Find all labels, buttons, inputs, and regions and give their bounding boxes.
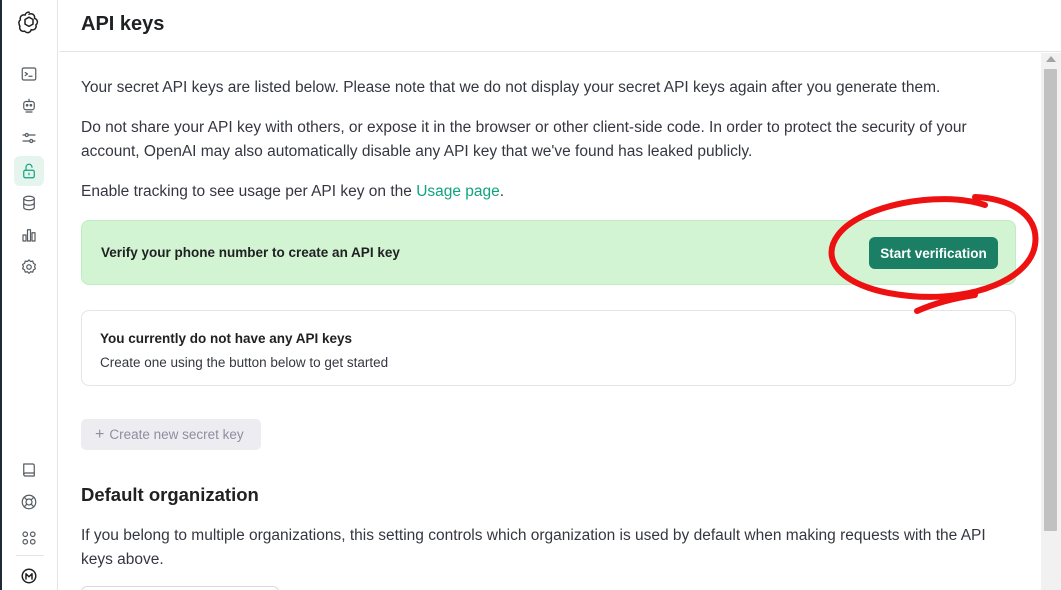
lifebuoy-icon[interactable]	[14, 487, 44, 517]
database-icon[interactable]	[14, 188, 44, 218]
main-content: Your secret API keys are listed below. P…	[59, 53, 1041, 590]
terminal-icon[interactable]	[14, 59, 44, 89]
vertical-scrollbar[interactable]	[1041, 53, 1061, 590]
tracking-text: Enable tracking to see usage per API key…	[81, 180, 504, 204]
grid-icon[interactable]	[14, 523, 44, 553]
lock-icon[interactable]	[14, 156, 44, 186]
empty-keys-card: You currently do not have any API keys C…	[81, 310, 1016, 386]
scroll-up-arrow-icon[interactable]	[1046, 56, 1056, 62]
robot-icon[interactable]	[14, 91, 44, 121]
organization-select[interactable]	[81, 586, 279, 590]
create-secret-key-button[interactable]: + Create new secret key	[81, 419, 261, 450]
verify-banner-text: Verify your phone number to create an AP…	[101, 245, 400, 260]
avatar-icon[interactable]	[14, 561, 44, 590]
openai-logo-icon[interactable]	[14, 8, 44, 38]
book-icon[interactable]	[14, 455, 44, 485]
create-secret-key-label: Create new secret key	[109, 426, 244, 442]
empty-keys-title: You currently do not have any API keys	[100, 331, 353, 346]
page-header: API keys	[59, 0, 1061, 52]
empty-keys-subtitle: Create one using the button below to get…	[100, 355, 389, 370]
warning-text-line2: account, OpenAI may also automatically d…	[81, 143, 753, 160]
plus-icon: +	[95, 425, 105, 443]
page-title: API keys	[81, 13, 165, 35]
usage-page-link[interactable]: Usage page	[416, 183, 500, 200]
default-org-desc-line1: If you belong to multiple organizations,…	[81, 527, 986, 544]
start-verification-button[interactable]: Start verification	[869, 237, 998, 269]
sidebar	[2, 0, 58, 590]
bar-chart-icon[interactable]	[14, 220, 44, 250]
sidebar-divider	[16, 555, 44, 556]
gear-icon[interactable]	[14, 252, 44, 282]
warning-text-line1: Do not share your API key with others, o…	[81, 119, 967, 136]
tracking-suffix: .	[499, 183, 505, 200]
default-org-desc-line2: keys above.	[81, 551, 164, 568]
intro-text: Your secret API keys are listed below. P…	[81, 79, 941, 96]
default-org-title: Default organization	[81, 484, 259, 505]
tracking-prefix: Enable tracking to see usage per API key…	[81, 183, 417, 200]
verify-phone-banner: Verify your phone number to create an AP…	[81, 220, 1016, 285]
sliders-icon[interactable]	[14, 123, 44, 153]
scroll-thumb[interactable]	[1044, 69, 1057, 531]
